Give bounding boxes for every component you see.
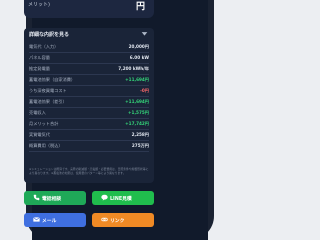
result-summary-card: メリット) 円 [24, 0, 154, 18]
breakdown-row: 実質電気代 2,258円 [29, 130, 149, 141]
breakdown-row: 推定発電量 7,200 kWh/年 [29, 64, 149, 75]
link-button[interactable]: リンク [92, 213, 154, 227]
mail-button[interactable]: メール [24, 213, 86, 227]
row-value: +17,742円 [125, 121, 149, 126]
row-value: 275万円 [131, 143, 149, 148]
row-value: -0円 [140, 88, 149, 93]
breakdown-row: 蓄電池効果（差引） +11,694円 [29, 97, 149, 108]
phone-consult-button[interactable]: 電話相談 [24, 191, 86, 205]
row-value: +1,575円 [128, 110, 149, 115]
mail-icon [33, 217, 40, 222]
breakdown-row: 月メリット合計 +17,742円 [29, 119, 149, 130]
row-label: パネル容量 [29, 55, 50, 60]
row-label: 月メリット合計 [29, 121, 59, 126]
chat-icon [101, 194, 108, 201]
line-estimate-button[interactable]: LINE見積 [92, 191, 154, 205]
breakdown-row: 蓄電池効果（自家消費） +11,694円 [29, 75, 149, 86]
row-label: 蓄電池効果（自家消費） [29, 77, 76, 82]
link-icon [101, 217, 108, 222]
chevron-down-icon[interactable] [141, 30, 148, 37]
row-label: うち深夜買電コスト [29, 88, 67, 93]
row-value: 7,200 kWh/年 [118, 66, 149, 71]
row-label: 推定発電量 [29, 66, 50, 71]
row-value: 20,000円 [128, 44, 149, 49]
breakdown-toggle[interactable]: 詳細な内訳を見る [29, 31, 69, 38]
mail-label: メール [42, 219, 57, 224]
disclaimer-note: ※シミュレーションは概算です。実際の削減額・売電額・必要費用は、日照条件や屋根形… [29, 167, 149, 175]
breakdown-row: パネル容量 6.00 kW [29, 53, 149, 64]
summary-unit: 円 [136, 2, 146, 12]
line-estimate-label: LINE見積 [110, 197, 132, 202]
phone-consult-label: 電話相談 [42, 197, 62, 202]
breakdown-panel: 詳細な内訳を見る 電気代（入力） 20,000円 パネル容量 6.00 kW 推定発… [24, 28, 154, 183]
row-label: 電気代（入力） [29, 44, 59, 49]
link-label: リンク [110, 219, 125, 224]
row-value: +11,694円 [125, 99, 149, 104]
row-value: 6.00 kW [129, 55, 149, 60]
breakdown-row: 電気代（入力） 20,000円 [29, 42, 149, 53]
row-label: 実質電気代 [29, 132, 50, 137]
summary-label: メリット) [28, 2, 50, 8]
breakdown-row: 概算費用（税込） 275万円 [29, 141, 149, 152]
row-value: 2,258円 [131, 132, 149, 137]
row-label: 蓄電池効果（差引） [29, 99, 67, 104]
breakdown-row: うち深夜買電コスト -0円 [29, 86, 149, 97]
phone-icon [33, 194, 40, 201]
row-value: +11,694円 [125, 77, 149, 82]
row-label: 売電収入 [29, 110, 46, 115]
row-label: 概算費用（税込） [29, 143, 63, 148]
breakdown-row: 売電収入 +1,575円 [29, 108, 149, 119]
breakdown-rows: 電気代（入力） 20,000円 パネル容量 6.00 kW 推定発電量 7,200 k… [29, 42, 149, 152]
